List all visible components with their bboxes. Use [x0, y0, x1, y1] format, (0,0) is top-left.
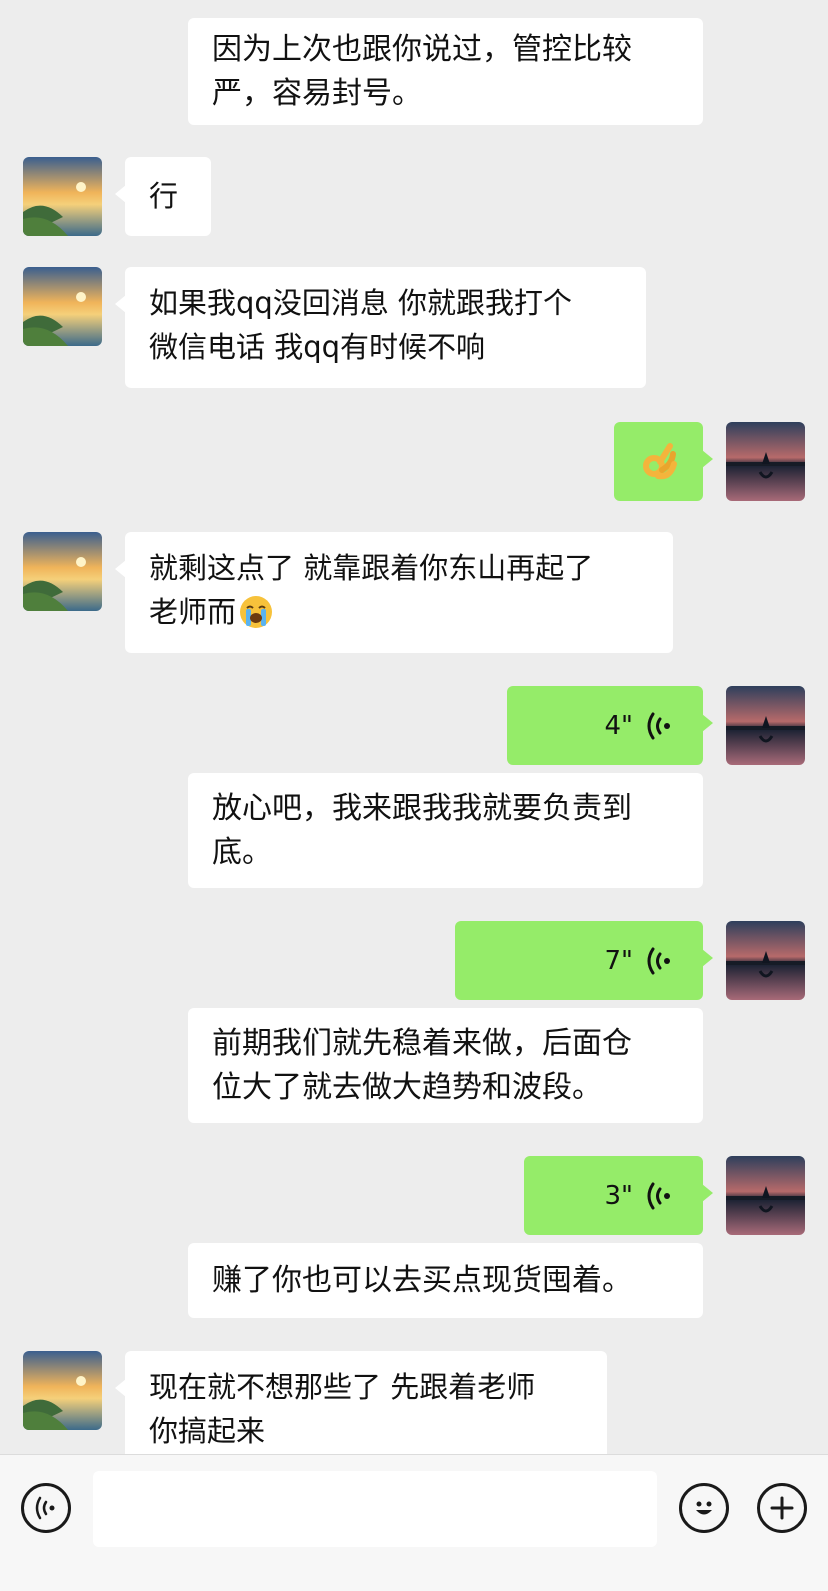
voice-duration: 7" [604, 945, 633, 976]
ok-hand-emoji [642, 442, 677, 479]
voice-duration: 4" [604, 710, 633, 741]
message-text-line: 如果我qq没回消息 你就跟我打个 [149, 286, 573, 320]
message-text-line: 就剩这点了 就靠跟着你东山再起了 [149, 551, 594, 585]
voice-duration: 3" [604, 1180, 633, 1211]
message-bubble[interactable]: 就剩这点了 就靠跟着你东山再起了 老师而 [115, 532, 673, 653]
contact-avatar[interactable] [23, 157, 102, 236]
voice-mode-button[interactable] [21, 1483, 71, 1533]
voice-wave-icon [647, 712, 670, 739]
my-avatar[interactable] [726, 1156, 805, 1235]
voice-message-bubble[interactable]: 7" [455, 921, 713, 1000]
message-text-line: 放心吧，我来跟我我就要负责到 [212, 791, 632, 826]
emoji-button[interactable] [679, 1483, 729, 1533]
message-text-line: 严，容易封号。 [212, 76, 422, 111]
emoji-message-bubble[interactable] [614, 422, 713, 501]
message-text-line: 底。 [212, 835, 272, 870]
contact-avatar[interactable] [23, 267, 102, 346]
voice-wave-icon [647, 947, 670, 974]
message-text-line: 微信电话 我qq有时候不响 [149, 330, 486, 364]
message-text-line: 位大了就去做大趋势和波段。 [212, 1070, 602, 1105]
contact-avatar[interactable] [23, 532, 102, 611]
my-avatar[interactable] [726, 422, 805, 501]
message-text-line: 你搞起来 [149, 1414, 266, 1448]
voice-mode-icon [35, 1496, 55, 1520]
my-avatar[interactable] [726, 686, 805, 765]
message-text-line: 因为上次也跟你说过，管控比较 [212, 32, 632, 67]
voice-message-bubble[interactable]: 3" [524, 1156, 713, 1235]
more-options-button[interactable] [757, 1483, 807, 1533]
voice-transcript-bubble[interactable]: 因为上次也跟你说过，管控比较 严，容易封号。 [188, 18, 703, 125]
message-bubble[interactable]: 如果我qq没回消息 你就跟我打个 微信电话 我qq有时候不响 [115, 267, 646, 388]
message-text-line: 老师而 [149, 595, 237, 629]
message-text: 赚了你也可以去买点现货囤着。 [212, 1263, 632, 1298]
message-text-line: 前期我们就先稳着来做，后面仓 [212, 1026, 632, 1061]
plus-icon [770, 1496, 794, 1520]
chat-area[interactable]: 因为上次也跟你说过，管控比较 严，容易封号。 行 如果我qq没回消息 你就跟我打… [0, 0, 828, 1454]
message-text: 行 [149, 179, 179, 213]
crying-face-emoji [240, 596, 273, 628]
message-text-line: 现在就不想那些了 先跟着老师 [149, 1370, 536, 1404]
my-avatar[interactable] [726, 921, 805, 1000]
input-toolbar [0, 1454, 828, 1591]
message-bubble[interactable]: 行 [115, 157, 211, 236]
contact-avatar[interactable] [23, 1351, 102, 1430]
message-input[interactable] [93, 1471, 657, 1547]
voice-transcript-bubble[interactable]: 赚了你也可以去买点现货囤着。 [188, 1243, 703, 1318]
voice-transcript-bubble[interactable]: 放心吧，我来跟我我就要负责到 底。 [188, 773, 703, 888]
emoji-icon [696, 1501, 712, 1515]
voice-message-bubble[interactable]: 4" [507, 686, 713, 765]
message-bubble[interactable]: 现在就不想那些了 先跟着老师 你搞起来 [115, 1351, 607, 1454]
voice-wave-icon [647, 1182, 670, 1209]
voice-transcript-bubble[interactable]: 前期我们就先稳着来做，后面仓 位大了就去做大趋势和波段。 [188, 1008, 703, 1123]
